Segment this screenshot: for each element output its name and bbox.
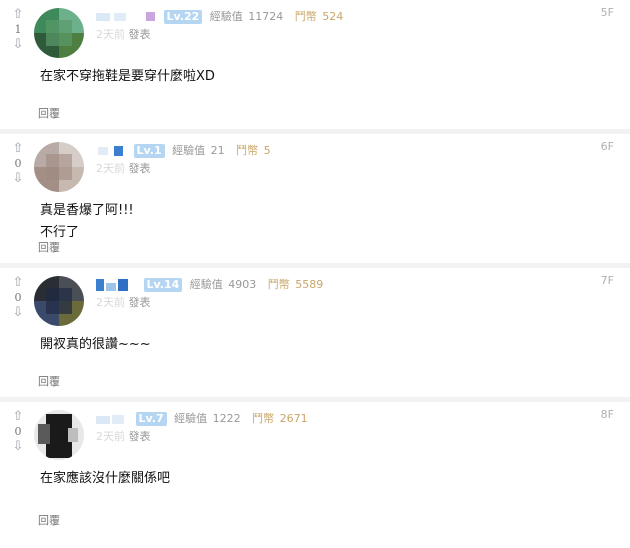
coin-value: 5 xyxy=(263,144,271,157)
level-badge: Lv.7 xyxy=(135,412,167,426)
up-arrow-icon[interactable]: ⇧ xyxy=(8,142,28,156)
reply-button[interactable]: 回覆 xyxy=(38,512,60,528)
vote-box: ⇧ 0 ⇩ xyxy=(8,410,28,454)
post-time: 2天前 發表 xyxy=(96,428,151,444)
exp-value: 4903 xyxy=(228,278,257,291)
vote-count: 0 xyxy=(14,291,22,304)
comment-line: 真是香爆了阿!!! xyxy=(40,203,134,218)
level-badge: Lv.14 xyxy=(143,278,183,292)
down-arrow-icon[interactable]: ⇩ xyxy=(8,38,28,52)
vote-box: ⇧ 0 ⇩ xyxy=(8,276,28,320)
exp-label: 經驗值 xyxy=(209,10,243,23)
up-arrow-icon[interactable]: ⇧ xyxy=(8,8,28,22)
comment-text: 開衩真的很讚~~~ xyxy=(40,334,151,356)
exp-value: 21 xyxy=(210,144,225,157)
floor-number: 7F xyxy=(600,274,614,287)
exp-value: 11724 xyxy=(248,10,284,23)
comment-item: ⇧ 0 ⇩ Lv.7 經驗值 1222 鬥幣 2671 2天前 發表 8F 在家… xyxy=(0,402,630,536)
user-meta: Lv.22 經驗值 11724 鬥幣 524 xyxy=(96,10,343,24)
up-arrow-icon[interactable]: ⇧ xyxy=(8,410,28,424)
comment-item: ⇧ 0 ⇩ Lv.1 經驗值 21 鬥幣 5 2天前 發表 6F 真是香爆了阿!… xyxy=(0,134,630,268)
comment-text: 在家應該沒什麼關係吧 xyxy=(40,468,170,490)
comment-line: 在家不穿拖鞋是要穿什麼啦XD xyxy=(40,69,215,84)
comment-list: ⇧ 1 ⇩ Lv.22 經驗值 11724 鬥幣 524 2天前 發表 5F 在… xyxy=(0,0,630,536)
floor-number: 8F xyxy=(600,408,614,421)
avatar[interactable] xyxy=(34,276,84,326)
down-arrow-icon[interactable]: ⇩ xyxy=(8,172,28,186)
exp-label: 經驗值 xyxy=(174,412,208,425)
vote-box: ⇧ 1 ⇩ xyxy=(8,8,28,52)
exp-label: 經驗值 xyxy=(189,278,223,291)
down-arrow-icon[interactable]: ⇩ xyxy=(8,440,28,454)
time-relative: 2天前 xyxy=(96,162,125,175)
up-arrow-icon[interactable]: ⇧ xyxy=(8,276,28,290)
reply-button[interactable]: 回覆 xyxy=(38,105,60,121)
username-pixelated[interactable] xyxy=(96,413,128,425)
coin-label: 鬥幣 xyxy=(252,412,275,425)
time-suffix: 發表 xyxy=(128,296,151,309)
reply-button[interactable]: 回覆 xyxy=(38,239,60,255)
avatar[interactable] xyxy=(34,8,84,58)
vote-count: 0 xyxy=(14,157,22,170)
floor-number: 6F xyxy=(600,140,614,153)
comment-item: ⇧ 1 ⇩ Lv.22 經驗值 11724 鬥幣 524 2天前 發表 5F 在… xyxy=(0,0,630,134)
avatar[interactable] xyxy=(34,410,84,460)
coin-label: 鬥幣 xyxy=(236,144,259,157)
level-badge: Lv.22 xyxy=(163,10,203,24)
time-suffix: 發表 xyxy=(128,28,151,41)
username-pixelated[interactable] xyxy=(96,145,126,157)
post-time: 2天前 發表 xyxy=(96,26,151,42)
comment-text: 真是香爆了阿!!! 不行了 xyxy=(40,200,134,244)
down-arrow-icon[interactable]: ⇩ xyxy=(8,306,28,320)
floor-number: 5F xyxy=(600,6,614,19)
username-pixelated[interactable] xyxy=(96,279,136,291)
coin-label: 鬥幣 xyxy=(294,10,317,23)
vote-box: ⇧ 0 ⇩ xyxy=(8,142,28,186)
post-time: 2天前 發表 xyxy=(96,160,151,176)
coin-value: 524 xyxy=(322,10,344,23)
comment-item: ⇧ 0 ⇩ Lv.14 經驗值 4903 鬥幣 5589 2天前 發表 7F 開… xyxy=(0,268,630,402)
reply-button[interactable]: 回覆 xyxy=(38,373,60,389)
avatar[interactable] xyxy=(34,142,84,192)
exp-value: 1222 xyxy=(212,412,241,425)
coin-label: 鬥幣 xyxy=(267,278,290,291)
time-suffix: 發表 xyxy=(128,162,151,175)
vote-count: 0 xyxy=(14,425,22,438)
level-badge: Lv.1 xyxy=(133,144,165,158)
comment-line: 開衩真的很讚~~~ xyxy=(40,337,151,352)
user-meta: Lv.1 經驗值 21 鬥幣 5 xyxy=(96,144,271,158)
user-meta: Lv.14 經驗值 4903 鬥幣 5589 xyxy=(96,278,323,292)
vote-count: 1 xyxy=(14,23,22,36)
user-meta: Lv.7 經驗值 1222 鬥幣 2671 xyxy=(96,412,308,426)
post-time: 2天前 發表 xyxy=(96,294,151,310)
comment-text: 在家不穿拖鞋是要穿什麼啦XD xyxy=(40,66,215,88)
coin-value: 5589 xyxy=(295,278,324,291)
exp-label: 經驗值 xyxy=(172,144,206,157)
time-relative: 2天前 xyxy=(96,296,125,309)
time-relative: 2天前 xyxy=(96,28,125,41)
time-relative: 2天前 xyxy=(96,430,125,443)
time-suffix: 發表 xyxy=(128,430,151,443)
username-pixelated[interactable] xyxy=(96,11,156,23)
comment-line: 在家應該沒什麼關係吧 xyxy=(40,471,171,486)
coin-value: 2671 xyxy=(279,412,308,425)
